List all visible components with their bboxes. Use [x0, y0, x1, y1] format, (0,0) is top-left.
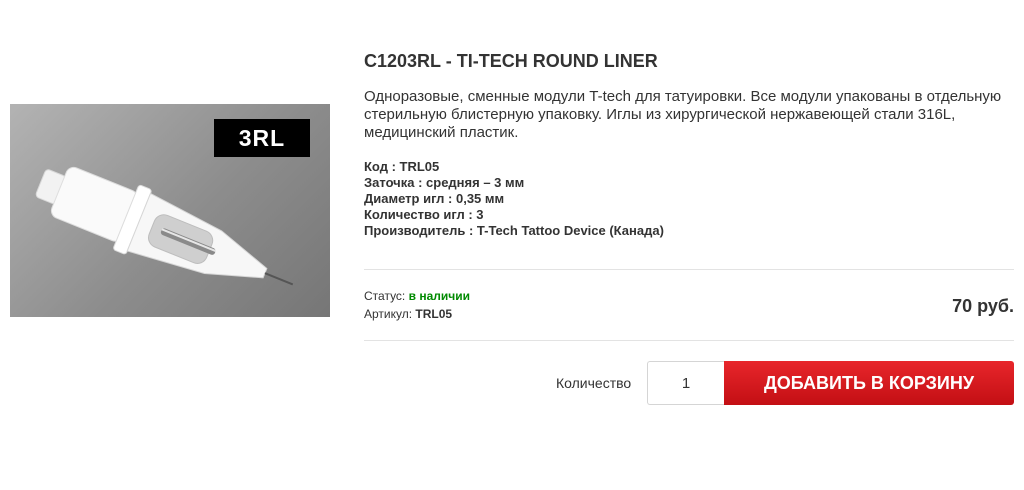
product-image[interactable]: 3RL: [10, 104, 330, 317]
product-price: 70 руб.: [952, 296, 1014, 316]
divider-top: [364, 269, 1014, 270]
product-description: Одноразовые, сменные модули T-tech для т…: [364, 88, 1002, 141]
article-label: Артикул:: [364, 307, 413, 321]
spec-needle-count-value: 3: [476, 207, 484, 222]
article-number: Артикул: TRL05: [364, 307, 452, 321]
spec-manufacturer-label: Производитель :: [364, 223, 477, 238]
stock-status: Статус: в наличии: [364, 289, 470, 303]
article-value: TRL05: [415, 307, 453, 321]
spec-needle-count: Количество игл : 3: [364, 207, 664, 223]
status-value: в наличии: [408, 289, 470, 303]
spec-code-label: Код :: [364, 159, 400, 174]
spec-diameter-value: 0,35 мм: [455, 191, 505, 206]
spec-diameter-label: Диаметр игл :: [364, 191, 456, 206]
product-title: C1203RL - TI-TECH ROUND LINER: [364, 51, 658, 71]
model-label-badge: 3RL: [214, 119, 310, 157]
spec-code-value: TRL05: [399, 159, 440, 174]
spec-needle-count-label: Количество игл :: [364, 207, 477, 222]
divider-bottom: [364, 340, 1014, 341]
quantity-label: Количество: [556, 375, 632, 391]
quantity-input[interactable]: [647, 361, 724, 405]
spec-sharpening: Заточка : средняя – 3 мм: [364, 175, 664, 191]
product-specs: Код : TRL05 Заточка : средняя – 3 мм Диа…: [364, 159, 664, 239]
spec-sharpening-label: Заточка :: [364, 175, 427, 190]
spec-diameter: Диаметр игл : 0,35 мм: [364, 191, 664, 207]
add-to-cart-button[interactable]: ДОБАВИТЬ В КОРЗИНУ: [724, 361, 1014, 405]
spec-code: Код : TRL05: [364, 159, 664, 175]
spec-manufacturer: Производитель : T-Tech Tattoo Device (Ка…: [364, 223, 664, 239]
status-label: Статус:: [364, 289, 406, 303]
spec-manufacturer-value: T-Tech Tattoo Device (Канада): [476, 223, 664, 238]
spec-sharpening-value: средняя – 3 мм: [426, 175, 525, 190]
